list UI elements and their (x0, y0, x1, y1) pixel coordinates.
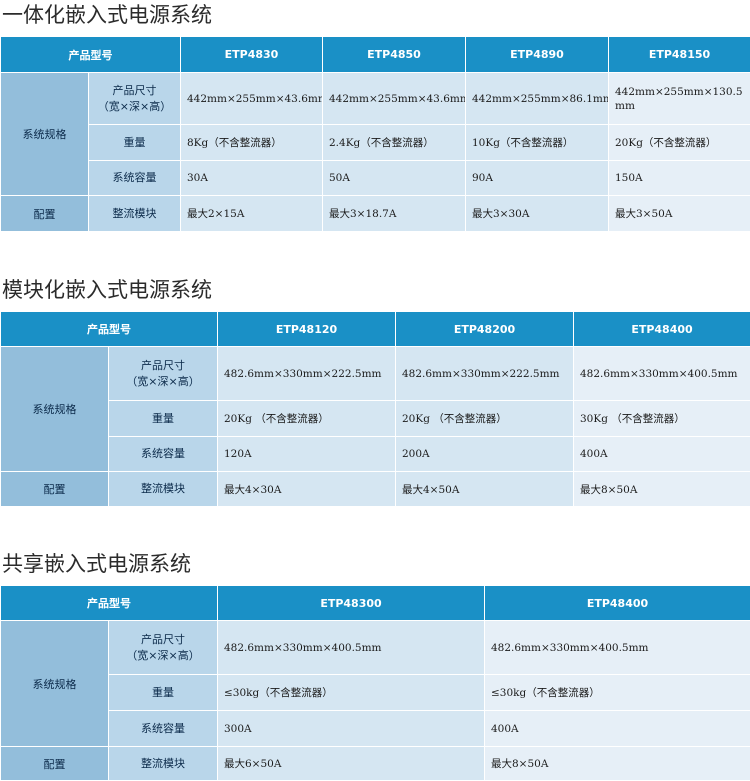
cell-value: 400A (574, 437, 750, 472)
cell-value: 90A (466, 161, 609, 196)
table-row: 重量 ≤30kg（不含整流器） ≤30kg（不含整流器） (1, 675, 750, 711)
cell-value: 10Kg（不含整流器） (466, 125, 609, 161)
cell-value: 482.6mm×330mm×400.5mm (574, 347, 750, 401)
table-row: 系统规格 产品尺寸 （宽×深×高） 482.6mm×330mm×222.5mm … (1, 347, 750, 401)
row-label: 产品尺寸 （宽×深×高） (109, 347, 218, 401)
config-group-label: 配置 (1, 196, 89, 232)
cell-value: 400A (485, 711, 750, 747)
row-label: 重量 (89, 125, 181, 161)
cell-value: 20Kg （不含整流器） (396, 401, 574, 437)
config-group-label: 配置 (1, 472, 109, 507)
model-name: ETP4850 (323, 37, 466, 73)
cell-value: 30Kg （不含整流器） (574, 401, 750, 437)
table-row: 配置 整流模块 最大4×30A 最大4×50A 最大8×50A (1, 472, 750, 507)
cell-value: 最大3×18.7A (323, 196, 466, 232)
cell-value: 20Kg（不含整流器） (609, 125, 750, 161)
cell-value: 200A (396, 437, 574, 472)
cell-value: ≤30kg（不含整流器） (485, 675, 750, 711)
cell-value: 50A (323, 161, 466, 196)
model-name: ETP4830 (181, 37, 323, 73)
modular-system-section: 模块化嵌入式电源系统 产品型号 ETP48120 ETP48200 ETP484… (0, 275, 750, 507)
cell-value: 442mm×255mm×86.1mm (466, 73, 609, 125)
cell-value: 最大8×50A (574, 472, 750, 507)
model-name: ETP48200 (396, 312, 574, 347)
cell-value: 442mm×255mm×43.6mm (323, 73, 466, 125)
header-row: 产品型号 ETP48120 ETP48200 ETP48400 (1, 312, 750, 347)
cell-value: 最大8×50A (485, 747, 750, 781)
row-label: 重量 (109, 401, 218, 437)
cell-value: 150A (609, 161, 750, 196)
table-row: 系统规格 产品尺寸 （宽×深×高） 482.6mm×330mm×400.5mm … (1, 621, 750, 675)
row-label: 系统容量 (89, 161, 181, 196)
cell-value: 2.4Kg（不含整流器） (323, 125, 466, 161)
cell-value: 482.6mm×330mm×400.5mm (485, 621, 750, 675)
row-label: 整流模块 (109, 472, 218, 507)
cell-value: 最大6×50A (218, 747, 485, 781)
cell-value: 442mm×255mm×130.5mm (609, 73, 750, 125)
cell-value: 最大4×50A (396, 472, 574, 507)
row-label: 系统容量 (109, 711, 218, 747)
model-name: ETP48300 (218, 586, 485, 621)
cell-value: 482.6mm×330mm×222.5mm (396, 347, 574, 401)
cell-value: 最大4×30A (218, 472, 396, 507)
cell-value: 120A (218, 437, 396, 472)
table-row: 重量 8Kg（不含整流器） 2.4Kg（不含整流器） 10Kg（不含整流器） 2… (1, 125, 750, 161)
config-group-label: 配置 (1, 747, 109, 781)
table-row: 配置 整流模块 最大2×15A 最大3×18.7A 最大3×30A 最大3×50… (1, 196, 750, 232)
spec-table: 产品型号 ETP48120 ETP48200 ETP48400 系统规格 产品尺… (0, 311, 750, 507)
section-title: 模块化嵌入式电源系统 (0, 275, 750, 311)
row-label: 产品尺寸 （宽×深×高） (109, 621, 218, 675)
model-header-label: 产品型号 (1, 586, 218, 621)
header-row: 产品型号 ETP48300 ETP48400 (1, 586, 750, 621)
cell-value: ≤30kg（不含整流器） (218, 675, 485, 711)
section-title: 共享嵌入式电源系统 (0, 549, 750, 585)
header-row: 产品型号 ETP4830 ETP4850 ETP4890 ETP48150 (1, 37, 750, 73)
table-row: 系统容量 30A 50A 90A 150A (1, 161, 750, 196)
table-row: 系统容量 300A 400A (1, 711, 750, 747)
model-name: ETP48120 (218, 312, 396, 347)
model-name: ETP48150 (609, 37, 750, 73)
cell-value: 30A (181, 161, 323, 196)
table-row: 重量 20Kg （不含整流器） 20Kg （不含整流器） 30Kg （不含整流器… (1, 401, 750, 437)
spec-group-label: 系统规格 (1, 347, 109, 472)
row-label: 产品尺寸 （宽×深×高） (89, 73, 181, 125)
table-row: 系统容量 120A 200A 400A (1, 437, 750, 472)
row-label: 整流模块 (89, 196, 181, 232)
shared-system-section: 共享嵌入式电源系统 产品型号 ETP48300 ETP48400 系统规格 产品… (0, 549, 750, 781)
cell-value: 300A (218, 711, 485, 747)
spec-table: 产品型号 ETP48300 ETP48400 系统规格 产品尺寸 （宽×深×高）… (0, 585, 750, 781)
model-header-label: 产品型号 (1, 37, 181, 73)
spec-group-label: 系统规格 (1, 73, 89, 196)
table-row: 配置 整流模块 最大6×50A 最大8×50A (1, 747, 750, 781)
cell-value: 最大3×50A (609, 196, 750, 232)
cell-value: 最大2×15A (181, 196, 323, 232)
cell-value: 8Kg（不含整流器） (181, 125, 323, 161)
row-label: 重量 (109, 675, 218, 711)
row-label: 整流模块 (109, 747, 218, 781)
cell-value: 442mm×255mm×43.6mm (181, 73, 323, 125)
cell-value: 最大3×30A (466, 196, 609, 232)
model-name: ETP48400 (485, 586, 750, 621)
model-name: ETP4890 (466, 37, 609, 73)
cell-value: 482.6mm×330mm×400.5mm (218, 621, 485, 675)
row-label: 系统容量 (109, 437, 218, 472)
table-row: 系统规格 产品尺寸 （宽×深×高） 442mm×255mm×43.6mm 442… (1, 73, 750, 125)
cell-value: 20Kg （不含整流器） (218, 401, 396, 437)
spec-group-label: 系统规格 (1, 621, 109, 747)
spec-page: 一体化嵌入式电源系统 产品型号 ETP4830 ETP4850 ETP4890 … (0, 0, 750, 770)
section-title: 一体化嵌入式电源系统 (0, 0, 750, 36)
spec-table: 产品型号 ETP4830 ETP4850 ETP4890 ETP48150 系统… (0, 36, 750, 232)
model-header-label: 产品型号 (1, 312, 218, 347)
cell-value: 482.6mm×330mm×222.5mm (218, 347, 396, 401)
model-name: ETP48400 (574, 312, 750, 347)
integrated-system-section: 一体化嵌入式电源系统 产品型号 ETP4830 ETP4850 ETP4890 … (0, 0, 750, 232)
